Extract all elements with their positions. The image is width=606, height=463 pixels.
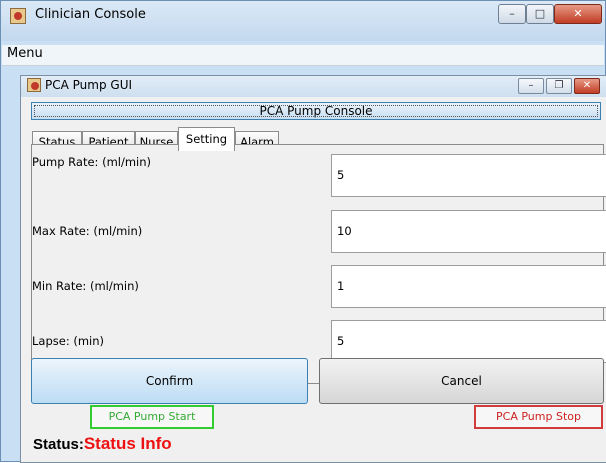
max-rate-field[interactable]: 10 [331, 210, 606, 253]
pca-pump-stop-button[interactable]: PCA Pump Stop [474, 405, 603, 429]
java-cup-icon [10, 8, 26, 24]
status-info: Status Info [83, 434, 172, 453]
window-title: Clinician Console [35, 7, 146, 22]
maximize-button[interactable]: □ [526, 4, 554, 24]
menubar: Menu [2, 45, 604, 66]
clinician-console-window: Clinician Console – □ ✕ Menu PCA Pump GU… [0, 0, 606, 463]
min-rate-field[interactable]: 1 [331, 265, 606, 308]
cancel-button[interactable]: Cancel [319, 358, 604, 404]
lapse-field[interactable]: 5 [331, 320, 606, 363]
frame-titlebar: PCA Pump GUI – ❐ ✕ [21, 76, 606, 97]
pca-pump-gui-frame: PCA Pump GUI – ❐ ✕ PCA Pump Console Stat… [20, 75, 606, 463]
status-line: Status:Status Info [33, 434, 172, 454]
tab-setting[interactable]: Setting [178, 127, 235, 151]
minimize-button[interactable]: – [498, 4, 526, 24]
confirm-button[interactable]: Confirm [31, 358, 308, 404]
frame-close-button[interactable]: ✕ [574, 78, 600, 94]
close-button[interactable]: ✕ [554, 4, 602, 24]
frame-restore-button[interactable]: ❐ [546, 78, 572, 94]
max-rate-label: Max Rate: (ml/min) [32, 224, 143, 238]
setting-panel: Pump Rate: (ml/min) 5 Max Rate: (ml/min)… [31, 144, 606, 384]
pca-pump-start-button[interactable]: PCA Pump Start [90, 405, 214, 429]
menu-menu[interactable]: Menu [7, 46, 43, 61]
frame-minimize-button[interactable]: – [518, 78, 544, 94]
frame-title: PCA Pump GUI [45, 78, 133, 92]
java-cup-icon [27, 78, 41, 92]
window-titlebar: Clinician Console – □ ✕ [1, 1, 605, 41]
pump-rate-label: Pump Rate: (ml/min) [32, 155, 152, 169]
status-label: Status: [33, 436, 84, 453]
min-rate-label: Min Rate: (ml/min) [32, 279, 139, 293]
lapse-label: Lapse: (min) [32, 334, 105, 348]
pca-pump-console-button[interactable]: PCA Pump Console [31, 102, 601, 120]
pump-rate-field[interactable]: 5 [331, 154, 606, 197]
